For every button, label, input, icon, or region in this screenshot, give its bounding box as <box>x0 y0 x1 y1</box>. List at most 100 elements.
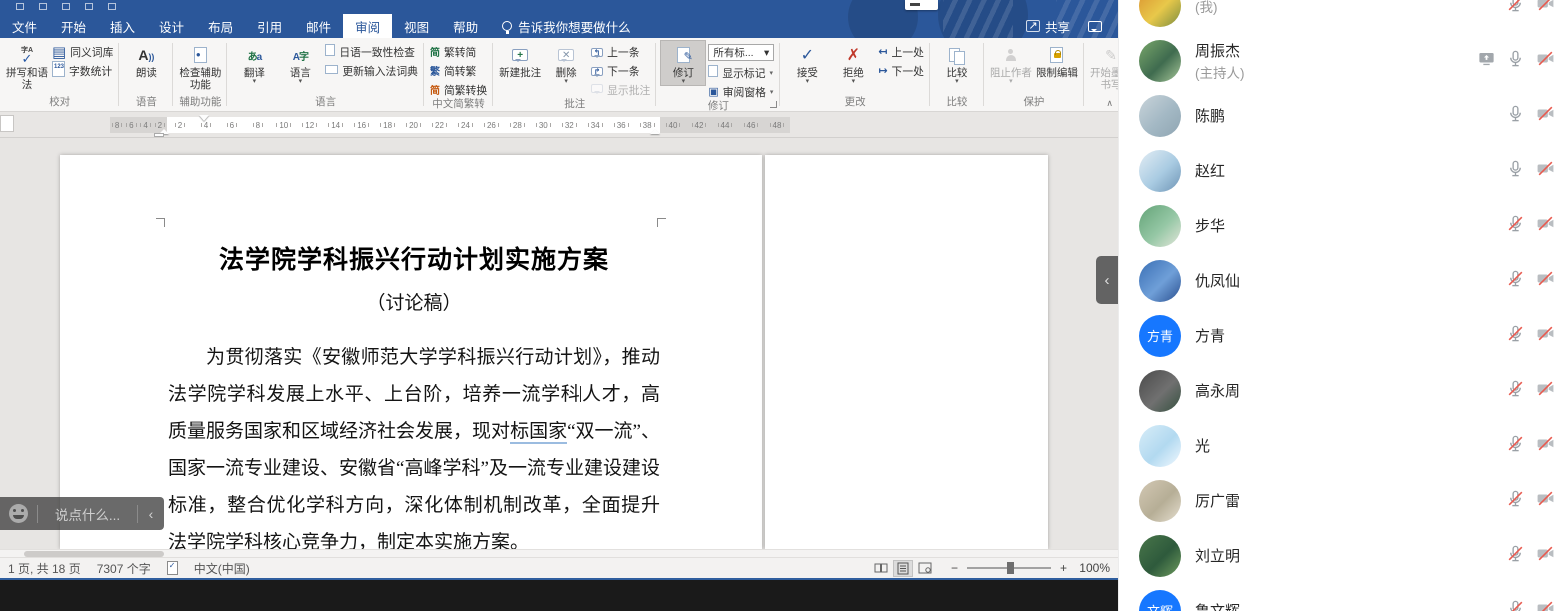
camera-muted-icon[interactable] <box>1535 379 1556 403</box>
camera-muted-icon[interactable] <box>1535 599 1556 611</box>
ribbon-button-繁转简[interactable]: 简繁转简 <box>430 44 487 59</box>
print-layout-button[interactable] <box>893 560 913 577</box>
mic-on-icon[interactable] <box>1506 159 1525 183</box>
tab-帮助[interactable]: 帮助 <box>441 14 490 38</box>
share-button[interactable]: ↗共享 <box>1026 17 1070 36</box>
left-indent-marker[interactable] <box>154 133 164 137</box>
tab-布局[interactable]: 布局 <box>196 14 245 38</box>
proofing-status-icon[interactable] <box>167 561 178 575</box>
camera-muted-icon[interactable] <box>1535 214 1556 238</box>
camera-muted-icon[interactable] <box>1535 104 1556 128</box>
qat-icon[interactable] <box>85 3 93 10</box>
collapse-ribbon-icon[interactable]: ∧ <box>1106 98 1113 109</box>
ribbon-button-删除[interactable]: ✕删除▾ <box>543 40 589 86</box>
ribbon-button-语言[interactable]: A字语言▾ <box>277 40 323 86</box>
mic-muted-icon[interactable] <box>1506 269 1525 293</box>
ribbon-button-朗读[interactable]: A))朗读 <box>123 40 169 80</box>
camera-muted-icon[interactable] <box>1535 324 1556 348</box>
ribbon-button-下一条[interactable]: ↱下一条 <box>591 63 650 78</box>
mic-on-icon[interactable] <box>1506 104 1525 128</box>
ruler-corner-box[interactable] <box>0 115 14 132</box>
camera-muted-icon[interactable] <box>1535 269 1556 293</box>
camera-muted-icon[interactable] <box>1535 434 1556 458</box>
ribbon-button-上一处[interactable]: ↤上一处 <box>878 44 924 59</box>
read-mode-button[interactable] <box>871 560 891 577</box>
participant-row[interactable]: 高永周 <box>1119 363 1566 418</box>
camera-muted-icon[interactable] <box>1535 544 1556 568</box>
participant-row[interactable]: 步华 <box>1119 198 1566 253</box>
ribbon-button-限制编辑[interactable]: 限制编辑 <box>1034 40 1080 80</box>
zoom-in-button[interactable]: + <box>1060 561 1067 575</box>
camera-muted-icon[interactable] <box>1535 49 1556 73</box>
mic-muted-icon[interactable] <box>1506 324 1525 348</box>
ribbon-button-接受[interactable]: ✓接受▾ <box>784 40 830 86</box>
mic-muted-icon[interactable] <box>1506 434 1525 458</box>
participant-row[interactable]: 陈鹏 <box>1119 88 1566 143</box>
ribbon-button-开始墨迹书写[interactable]: ✎开始墨迹书写 <box>1088 40 1118 92</box>
language-indicator[interactable]: 中文(中国) <box>194 560 250 577</box>
chat-collapse-icon[interactable]: ‹ <box>138 506 164 522</box>
tab-插入[interactable]: 插入 <box>98 14 147 38</box>
quick-access-toolbar[interactable] <box>16 3 116 10</box>
document-text[interactable]: 法学院学科振兴行动计划实施方案 （讨论稿） 为贯彻落实《安徽师范大学学科振兴行动… <box>168 227 660 549</box>
ribbon-button-阻止作者[interactable]: 阻止作者▾ <box>988 40 1034 86</box>
mic-muted-icon[interactable] <box>1506 544 1525 568</box>
participant-row[interactable]: 光 <box>1119 418 1566 473</box>
qat-icon[interactable] <box>39 3 47 10</box>
mic-muted-icon[interactable] <box>1506 214 1525 238</box>
chat-input-placeholder[interactable]: 说点什么... <box>38 504 137 524</box>
mic-on-icon[interactable] <box>1506 49 1525 73</box>
participant-row[interactable]: 刘立明 <box>1119 528 1566 583</box>
camera-muted-icon[interactable] <box>1535 0 1556 18</box>
ribbon-button-拒绝[interactable]: ✗拒绝▾ <box>830 40 876 86</box>
tab-视图[interactable]: 视图 <box>392 14 441 38</box>
right-indent-marker[interactable] <box>650 124 660 134</box>
ribbon-button-同义词库[interactable]: ▤同义词库 <box>52 44 113 59</box>
ribbon-button-新建批注[interactable]: +新建批注 <box>497 40 543 80</box>
emoji-icon[interactable] <box>9 504 28 523</box>
chat-quick-bar[interactable]: 说点什么... ‹ <box>0 497 164 530</box>
web-layout-button[interactable] <box>915 560 935 577</box>
mic-muted-icon[interactable] <box>1506 0 1525 18</box>
participant-row[interactable]: 周振杰(主持人) <box>1119 33 1566 88</box>
word-count[interactable]: 7307 个字 <box>97 560 151 577</box>
mic-muted-icon[interactable] <box>1506 599 1525 611</box>
ribbon-button-上一条[interactable]: ↰上一条 <box>591 44 650 59</box>
document-page-2[interactable] <box>765 155 1048 549</box>
qat-icon[interactable] <box>16 3 24 10</box>
ribbon-button-比较[interactable]: 比较▾ <box>934 40 980 86</box>
participant-row[interactable]: 赵红 <box>1119 143 1566 198</box>
tab-设计[interactable]: 设计 <box>147 14 196 38</box>
ribbon-button-显示批注[interactable]: 显示批注 <box>591 82 650 97</box>
participant-row[interactable]: 文辉鲁文辉 <box>1119 583 1566 611</box>
tab-邮件[interactable]: 邮件 <box>294 14 343 38</box>
panel-collapse-handle[interactable]: ‹ <box>1096 256 1118 304</box>
camera-muted-icon[interactable] <box>1535 489 1556 513</box>
ribbon-button-字数统计[interactable]: 123字数统计 <box>52 63 113 78</box>
participant-row[interactable]: 厉广雷 <box>1119 473 1566 528</box>
zoom-slider[interactable] <box>967 567 1051 569</box>
dialog-launcher-icon[interactable] <box>770 101 777 108</box>
qat-icon[interactable] <box>108 3 116 10</box>
ribbon-button-简转繁[interactable]: 繁简转繁 <box>430 63 487 78</box>
first-line-indent-marker[interactable] <box>199 115 209 126</box>
mic-muted-icon[interactable] <box>1506 489 1525 513</box>
ribbon-button-拼写和语法[interactable]: 字A✓拼写和语法 <box>4 40 50 92</box>
camera-muted-icon[interactable] <box>1535 159 1556 183</box>
tab-开始[interactable]: 开始 <box>49 14 98 38</box>
meeting-floating-control[interactable] <box>905 0 938 10</box>
tab-审阅[interactable]: 审阅 <box>343 14 392 38</box>
document-page-1[interactable]: 法学院学科振兴行动计划实施方案 （讨论稿） 为贯彻落实《安徽师范大学学科振兴行动… <box>60 155 762 549</box>
ribbon-button-日语一致性检查[interactable]: 日语一致性检查 <box>325 44 418 59</box>
horizontal-scrollbar[interactable] <box>0 549 1118 557</box>
ribbon-button-修订[interactable]: ✎修订▾ <box>660 40 706 86</box>
participant-row[interactable]: 仇凤仙 <box>1119 253 1566 308</box>
participant-row[interactable]: 方青方青 <box>1119 308 1566 363</box>
comments-icon[interactable] <box>1088 21 1102 32</box>
tell-me-box[interactable]: 告诉我你想要做什么 <box>502 14 631 38</box>
ribbon-button-简繁转换[interactable]: 简简繁转换 <box>430 82 487 97</box>
ribbon-button-审阅窗格[interactable]: ▣审阅窗格▾ <box>708 84 774 99</box>
tab-引用[interactable]: 引用 <box>245 14 294 38</box>
qat-icon[interactable] <box>62 3 70 10</box>
ribbon-button-更新输入法词典[interactable]: 更新输入法词典 <box>325 63 418 78</box>
